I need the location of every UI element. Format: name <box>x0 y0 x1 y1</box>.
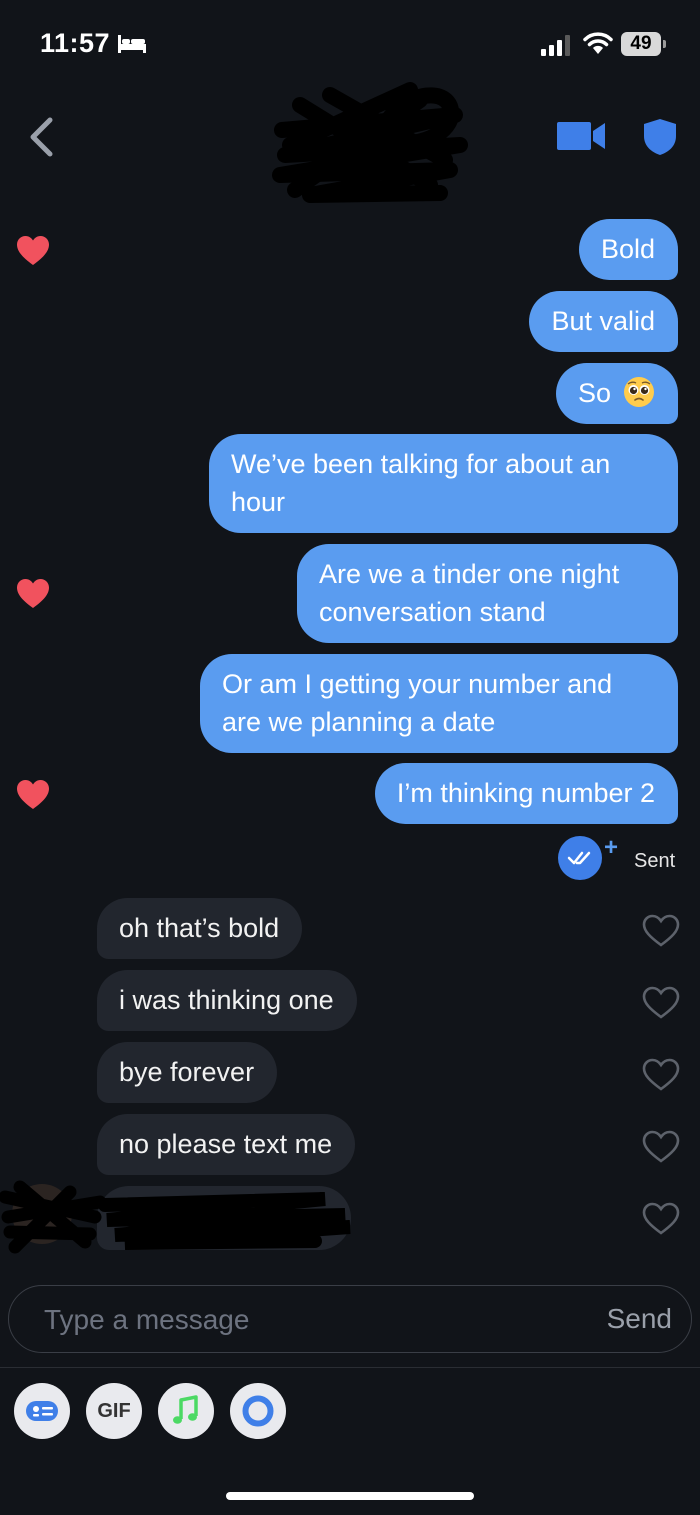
pleading-face-emoji-icon <box>624 377 654 407</box>
sent-message[interactable]: We’ve been talking for about an hour <box>209 434 678 533</box>
signal-icon <box>541 35 570 56</box>
message-composer: Send <box>8 1285 692 1353</box>
redacted-match-name <box>272 82 468 203</box>
read-receipt-badge[interactable] <box>558 836 602 880</box>
message-text: no please text me <box>119 1129 333 1159</box>
like-heart-icon[interactable] <box>642 986 680 1020</box>
wifi-icon <box>583 32 613 54</box>
music-icon <box>173 1395 198 1424</box>
liked-heart-icon[interactable] <box>16 235 50 267</box>
battery-indicator: 49 <box>621 32 661 56</box>
message-text: Bold <box>600 234 655 264</box>
received-message[interactable]: bye forever <box>97 1042 278 1103</box>
received-message[interactable]: i was thinking one <box>97 970 357 1031</box>
received-message[interactable]: no please text me <box>97 1114 356 1175</box>
message-input[interactable] <box>42 1300 546 1340</box>
video-call-icon[interactable] <box>557 120 607 152</box>
message-text: I’m thinking number 2 <box>396 778 655 808</box>
received-message[interactable]: oh that’s bold <box>97 898 303 959</box>
sent-message[interactable]: So <box>555 363 678 424</box>
redacted-avatar <box>0 1180 107 1254</box>
message-text: We’ve been talking for about an hour <box>231 449 611 517</box>
sent-message[interactable]: But valid <box>529 291 678 352</box>
liked-heart-icon[interactable] <box>16 779 50 811</box>
toolbar-divider <box>0 1367 700 1368</box>
sticker-button[interactable] <box>14 1383 70 1439</box>
double-check-icon <box>567 851 591 865</box>
like-heart-icon[interactable] <box>642 1130 680 1164</box>
sticker-icon <box>26 1401 58 1421</box>
sent-message[interactable]: Are we a tinder one night conversation s… <box>297 544 678 643</box>
sent-status-label: Sent <box>634 850 676 872</box>
message-text: oh that’s bold <box>119 913 280 943</box>
like-heart-icon[interactable] <box>642 1058 680 1092</box>
liked-heart-icon[interactable] <box>16 578 50 610</box>
back-icon[interactable] <box>26 116 56 158</box>
sent-message[interactable]: I’m thinking number 2 <box>374 763 678 824</box>
sent-message[interactable]: Bold <box>578 219 678 280</box>
battery-cap <box>663 40 666 48</box>
message-text: But valid <box>551 306 655 336</box>
ring-button[interactable] <box>230 1383 286 1439</box>
message-text: So <box>577 378 611 408</box>
message-text: Or am I getting your number and are we p… <box>222 669 613 737</box>
sleep-focus-icon <box>118 35 146 53</box>
plus-icon[interactable]: + <box>604 836 618 860</box>
safety-shield-icon[interactable] <box>643 118 677 156</box>
redacted-message-text <box>98 1192 351 1250</box>
like-heart-icon[interactable] <box>642 1202 680 1236</box>
gif-button[interactable]: GIF <box>86 1383 142 1439</box>
status-time: 11:57 <box>40 28 111 58</box>
message-text: i was thinking one <box>119 985 334 1015</box>
message-text: bye forever <box>119 1057 255 1087</box>
sent-message[interactable]: Or am I getting your number and are we p… <box>200 654 678 753</box>
send-button[interactable]: Send <box>607 1303 672 1335</box>
like-heart-icon[interactable] <box>642 914 680 948</box>
home-indicator <box>226 1492 474 1500</box>
ring-icon <box>242 1395 274 1427</box>
music-button[interactable] <box>158 1383 214 1439</box>
gif-icon: GIF <box>97 1400 131 1422</box>
message-text: Are we a tinder one night conversation s… <box>319 559 620 627</box>
